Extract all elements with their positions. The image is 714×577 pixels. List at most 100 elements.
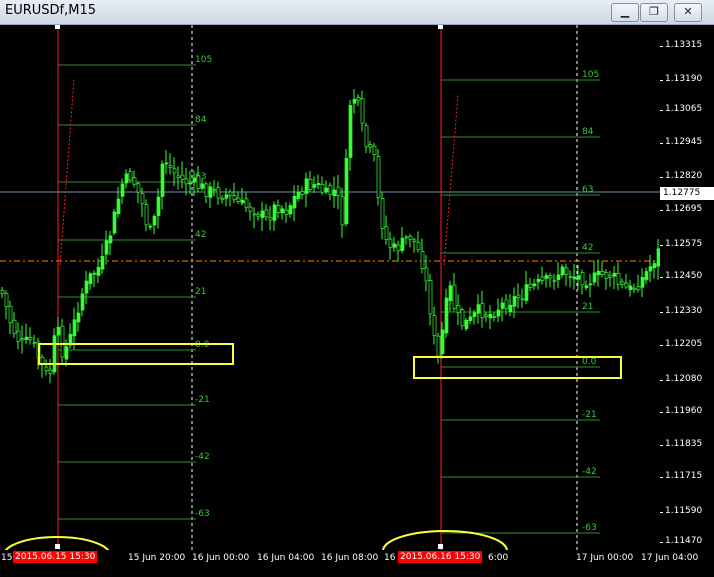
candle-body	[444, 297, 449, 334]
trend-line	[443, 94, 459, 266]
candle-body	[416, 242, 421, 251]
candle-body	[92, 272, 97, 275]
time-tick-label: 15 Jun 20:00	[128, 553, 186, 563]
candle-body	[128, 171, 133, 181]
candle-body	[192, 177, 197, 183]
candle-body	[248, 206, 253, 212]
candle-body	[184, 178, 189, 185]
candle-body	[232, 195, 237, 201]
chart-window: EURUSDf,M15 ▁ ❐ ✕ 105 84 63 42 21 0.0 -21 -42 -6…	[0, 0, 714, 577]
candle-body	[228, 191, 233, 196]
title-bar: EURUSDf,M15 ▁ ❐ ✕	[0, 0, 714, 25]
fib-level-label: 21	[582, 302, 593, 312]
candle-body	[144, 204, 149, 226]
fib-level-label: 105	[195, 55, 212, 65]
fib-level-label: -63	[582, 523, 597, 533]
candle-body	[348, 105, 353, 158]
candle-body	[412, 239, 417, 242]
candle-body	[136, 183, 141, 193]
fib-level-label: 84	[195, 115, 207, 125]
candle-body	[280, 208, 285, 214]
candle-body	[632, 287, 637, 290]
candle-body	[96, 267, 101, 276]
candle-body	[268, 217, 273, 221]
candle-body	[512, 295, 517, 307]
time-tick-label: 17 Jun 00:00	[576, 553, 634, 563]
candle-body	[24, 336, 29, 340]
candle-body	[220, 198, 225, 201]
candle-body	[432, 315, 437, 336]
price-tick-label: 1.11960	[660, 406, 703, 416]
candle-body	[72, 319, 77, 337]
candle-body	[384, 226, 389, 240]
candle-body	[360, 98, 365, 124]
candle-body	[420, 251, 425, 270]
candle-body	[112, 211, 117, 234]
candle-body	[224, 194, 229, 199]
candle-body	[616, 273, 621, 285]
candle-body	[504, 299, 509, 310]
candle-body	[464, 319, 469, 330]
candle-body	[104, 240, 109, 255]
fib-level-label: -63	[195, 509, 210, 519]
candle-body	[436, 335, 441, 357]
candle-body	[296, 191, 301, 199]
candle-body	[316, 183, 321, 185]
time-tick-label: 16 Jun 08:00	[321, 553, 379, 563]
candle-body	[600, 271, 605, 275]
price-tick-label: 1.12450	[660, 271, 703, 281]
candle-body	[344, 157, 349, 225]
fib-level-label: -42	[582, 467, 597, 477]
price-chart-area[interactable]: 105 84 63 42 21 0.0 -21 -42 -63 105 84 63 42 21 0.0 -21…	[0, 25, 660, 550]
candle-body	[320, 184, 325, 193]
candle-body	[392, 243, 397, 248]
candle-body	[428, 280, 433, 315]
candle-body	[524, 284, 529, 301]
candle-body	[468, 316, 473, 321]
candle-body	[240, 199, 245, 204]
minimize-icon[interactable]: ▁	[611, 3, 639, 22]
candle-body	[288, 205, 293, 215]
candle-body	[44, 366, 49, 372]
candle-body	[452, 284, 457, 309]
candle-body	[212, 188, 217, 191]
candle-body	[188, 182, 193, 185]
candle-body	[580, 272, 585, 286]
price-tick-label: 1.12695	[660, 204, 703, 214]
restore-icon[interactable]: ❐	[640, 3, 668, 22]
price-tick-label: 1.12330	[660, 306, 703, 316]
candle-body	[508, 304, 513, 313]
event-marker	[55, 25, 60, 29]
candle-body	[300, 191, 305, 195]
candle-body	[516, 294, 521, 298]
candle-body	[284, 209, 289, 215]
candle-body	[16, 330, 21, 342]
candle-body	[264, 209, 269, 218]
candle-body	[276, 205, 281, 213]
candle-body	[156, 196, 161, 216]
candle-body	[572, 276, 577, 280]
event-marker	[438, 544, 443, 549]
candle-body	[252, 213, 257, 216]
candle-body	[480, 303, 485, 319]
candle-body	[648, 266, 653, 272]
fib-level-label: 84	[582, 127, 594, 137]
price-tick-label: 1.11470	[660, 536, 703, 546]
candle-body	[624, 282, 629, 288]
fib-level-label: -21	[195, 395, 210, 405]
price-tick-label: 1.11835	[660, 439, 703, 449]
fib-level-label: 0.0	[582, 357, 597, 367]
candle-body	[244, 198, 249, 208]
candle-body	[424, 267, 429, 282]
candle-body	[312, 184, 317, 188]
fib-level-label: -21	[582, 410, 597, 420]
fib-level-label: 42	[195, 230, 206, 240]
fib-level-label: 21	[195, 287, 206, 297]
candle-body	[376, 156, 381, 198]
time-tick-label: 6:00	[488, 553, 509, 563]
candle-body	[60, 325, 65, 358]
close-icon[interactable]: ✕	[674, 3, 702, 22]
candle-body	[500, 302, 505, 309]
candle-body	[116, 198, 121, 215]
candle-body	[12, 319, 17, 334]
